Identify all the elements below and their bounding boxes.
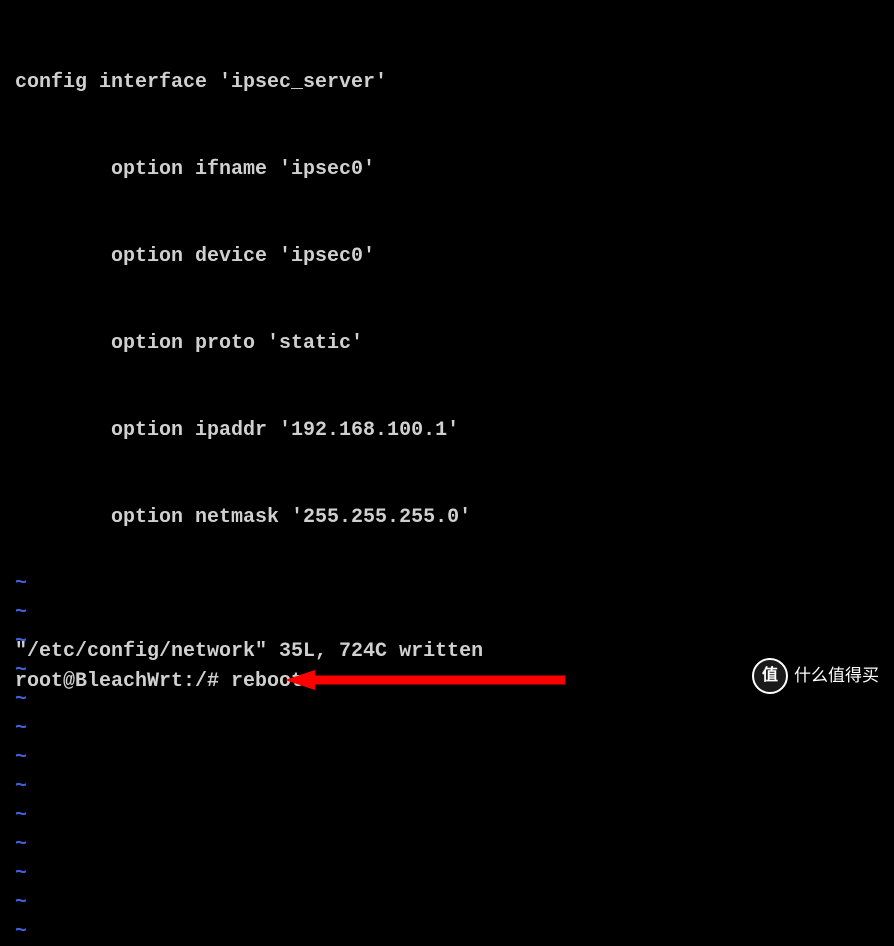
- vim-status-line: "/etc/config/network" 35L, 724C written: [15, 637, 483, 666]
- tilde-marker: ~: [15, 743, 879, 772]
- vim-empty-lines: ~ ~ ~ ~ ~ ~ ~ ~ ~ ~ ~ ~ ~: [15, 569, 879, 946]
- shell-prompt[interactable]: root@BleachWrt:/# reboot: [15, 667, 303, 696]
- tilde-marker: ~: [15, 801, 879, 830]
- watermark-text: 什么值得买: [794, 664, 879, 689]
- config-block: config interface 'ipsec_server' option i…: [15, 10, 879, 561]
- tilde-marker: ~: [15, 859, 879, 888]
- tilde-marker: ~: [15, 888, 879, 917]
- tilde-marker: ~: [15, 569, 879, 598]
- watermark-badge-icon: 值: [752, 658, 788, 694]
- tilde-marker: ~: [15, 917, 879, 946]
- watermark: 值 什么值得买: [752, 658, 879, 694]
- config-option: option proto 'static': [15, 329, 879, 358]
- tilde-marker: ~: [15, 772, 879, 801]
- annotation-arrow-icon: [285, 668, 565, 692]
- config-option: option netmask '255.255.255.0': [15, 503, 879, 532]
- config-header: config interface 'ipsec_server': [15, 68, 879, 97]
- config-option: option ipaddr '192.168.100.1': [15, 416, 879, 445]
- watermark-badge-text: 值: [762, 664, 778, 687]
- config-option: option device 'ipsec0': [15, 242, 879, 271]
- tilde-marker: ~: [15, 714, 879, 743]
- config-option: option ifname 'ipsec0': [15, 155, 879, 184]
- tilde-marker: ~: [15, 598, 879, 627]
- tilde-marker: ~: [15, 830, 879, 859]
